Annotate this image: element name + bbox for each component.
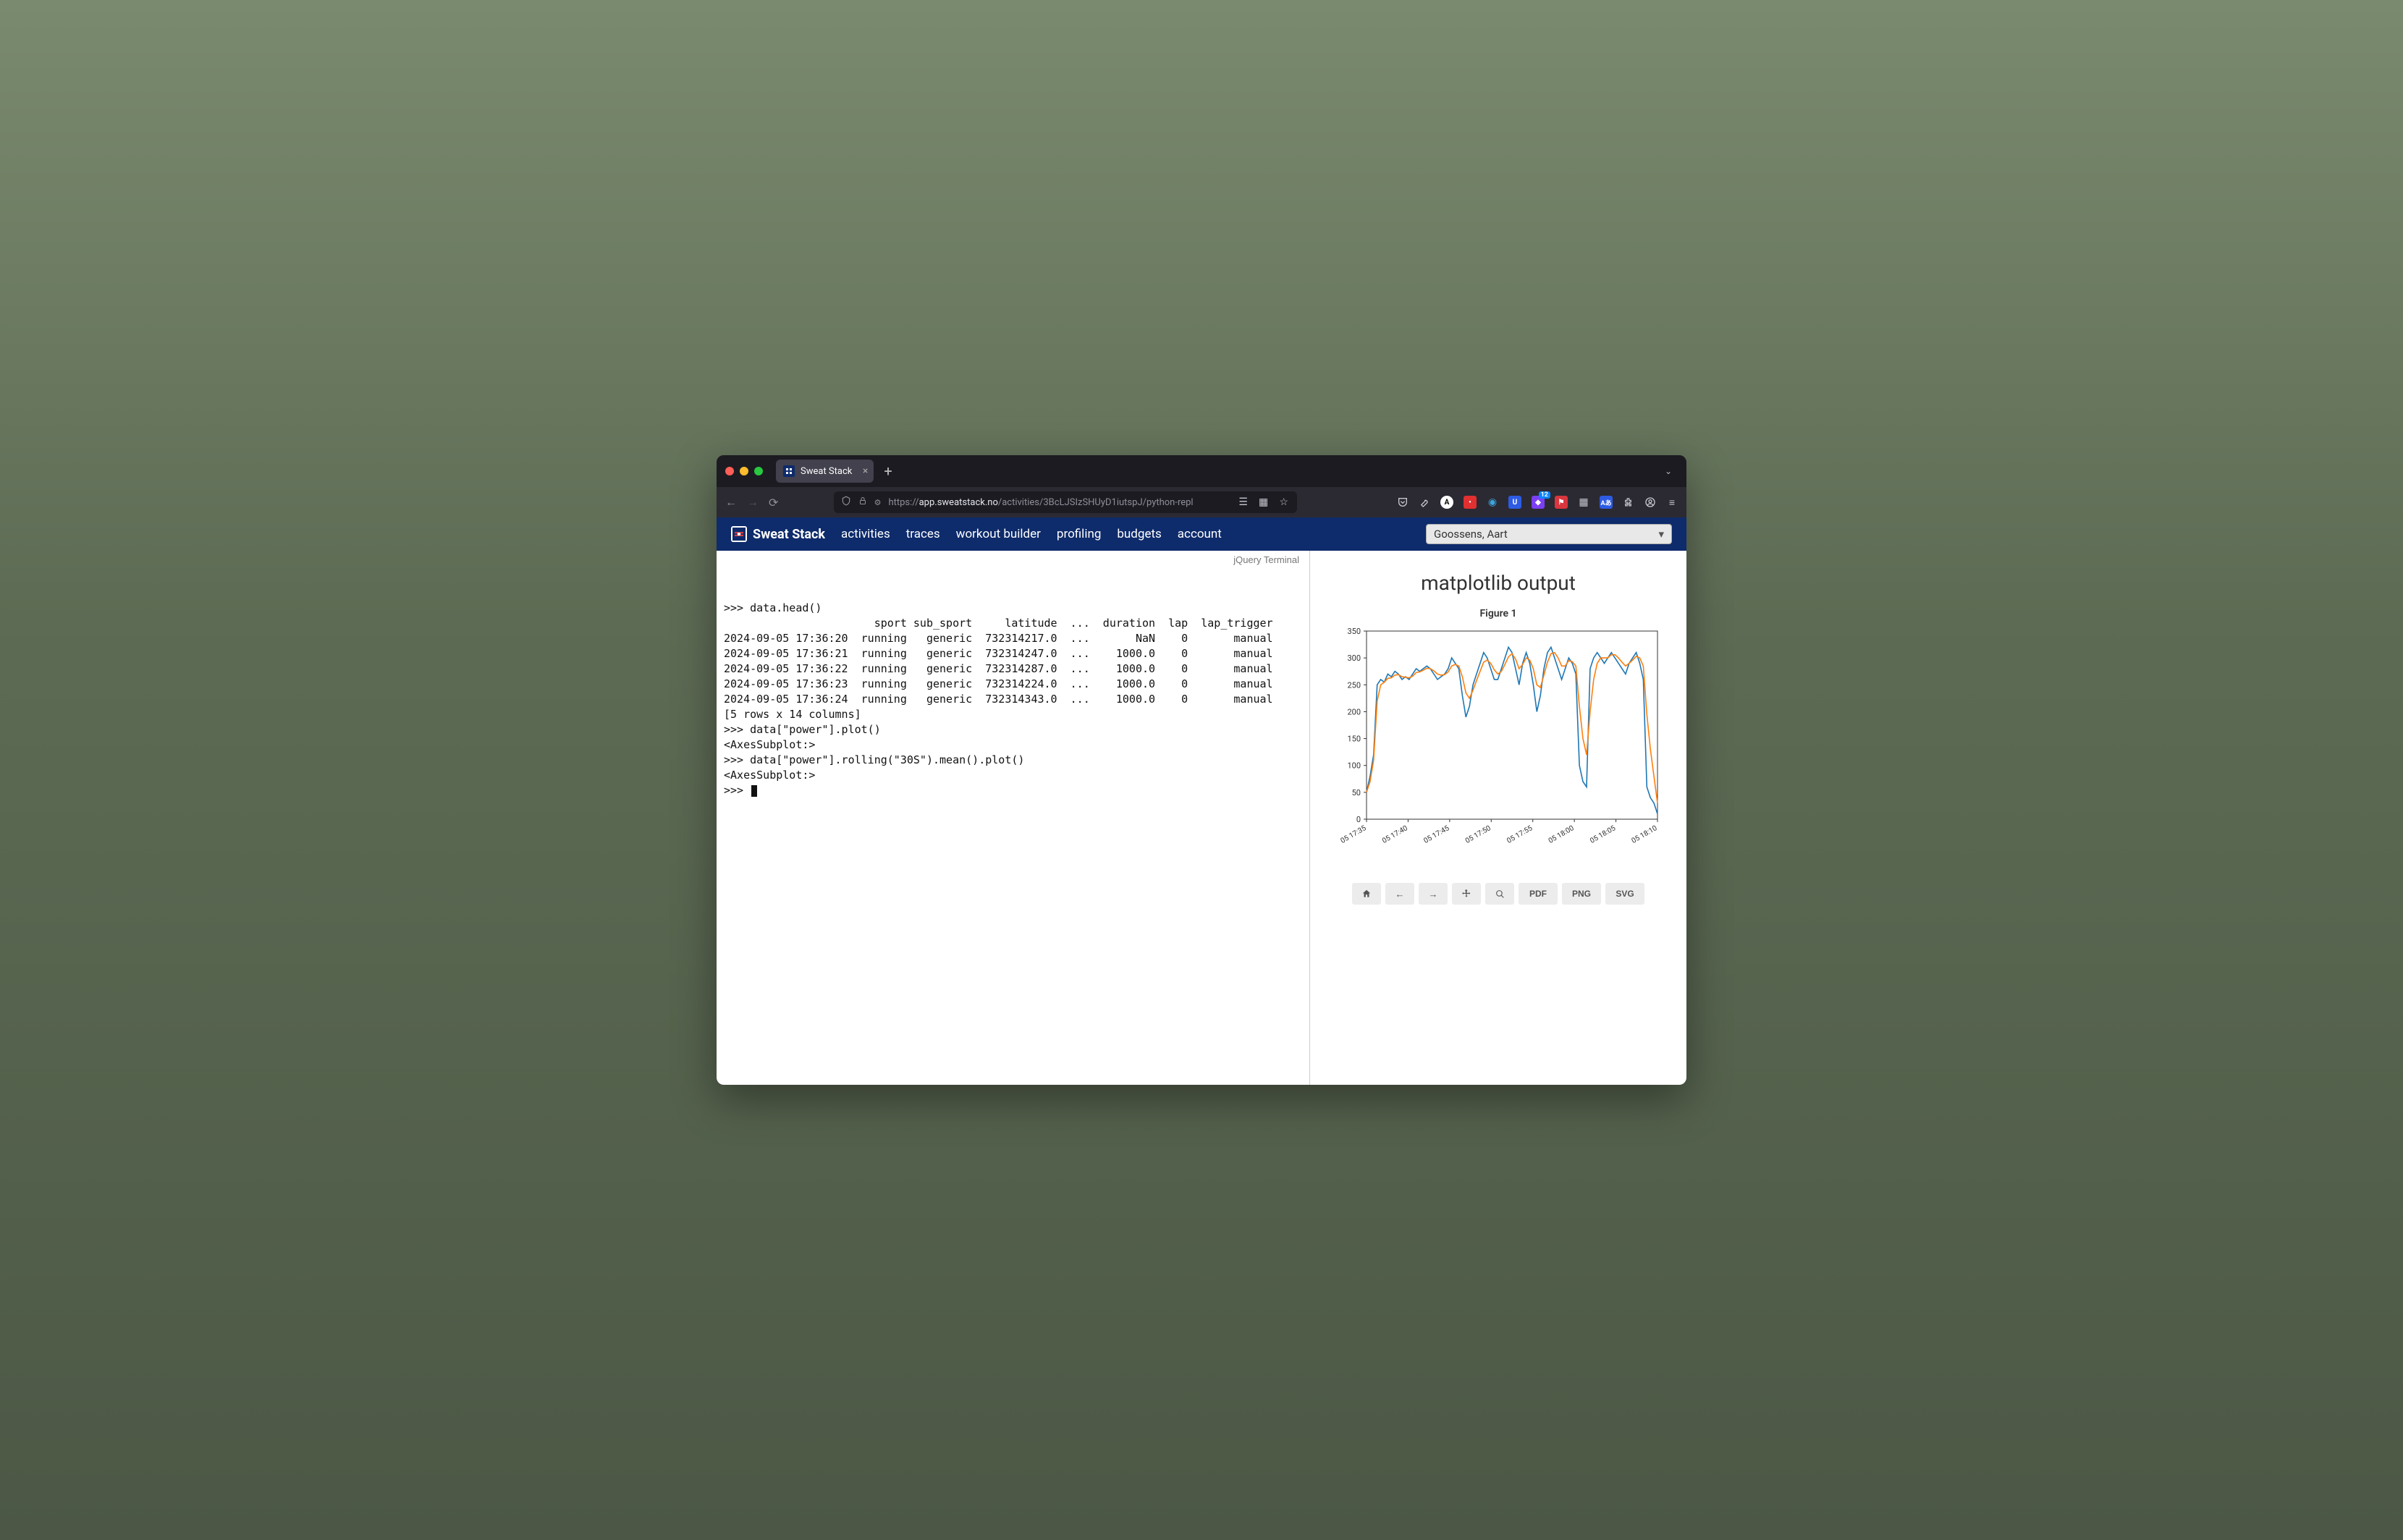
bookmark-star-icon[interactable]: ☆ [1278, 496, 1290, 508]
mpl-toolbar: ← → PDF PNG SVG [1352, 883, 1644, 905]
nav-workout-builder[interactable]: workout builder [956, 527, 1041, 541]
mpl-forward-button[interactable]: → [1419, 883, 1448, 905]
mpl-zoom-button[interactable] [1485, 883, 1514, 905]
svg-text:05 17:50: 05 17:50 [1464, 824, 1492, 845]
close-window-button[interactable] [725, 467, 734, 475]
svg-text:05 17:35: 05 17:35 [1340, 824, 1368, 845]
mpl-home-button[interactable] [1352, 883, 1381, 905]
tab-favicon [783, 465, 795, 477]
nav-profiling[interactable]: profiling [1057, 527, 1101, 541]
reader-icon[interactable]: ☰ [1238, 496, 1249, 508]
mpl-png-button[interactable]: PNG [1562, 883, 1601, 905]
nav-budgets[interactable]: budgets [1117, 527, 1161, 541]
extensions-icon[interactable] [1623, 496, 1634, 508]
mpl-pdf-button[interactable]: PDF [1519, 883, 1558, 905]
forward-button[interactable]: → [747, 495, 759, 509]
extension-icons: A • ◉ U ◆ ⚑ ▦ Aあ ≡ [1397, 496, 1678, 509]
svg-text:05 17:55: 05 17:55 [1505, 824, 1534, 845]
ext-red-icon[interactable]: • [1464, 496, 1477, 509]
tab-title: Sweat Stack [801, 466, 852, 477]
mpl-back-button[interactable]: ← [1385, 883, 1414, 905]
ext-u-icon[interactable]: U [1508, 496, 1521, 509]
browser-toolbar: ← → ⟳ ⚙ https://app.sweatstack.no/activi… [717, 487, 1686, 517]
ext-translate-icon[interactable]: Aあ [1600, 496, 1613, 509]
mpl-svg-button[interactable]: SVG [1605, 883, 1644, 905]
tabs-overflow-button[interactable]: ⌄ [1665, 466, 1672, 476]
user-select-value: Goossens, Aart [1434, 528, 1508, 541]
browser-tab[interactable]: Sweat Stack × [776, 460, 874, 483]
shield-icon [841, 496, 851, 509]
qr-icon[interactable]: ▦ [1258, 496, 1270, 508]
browser-window: Sweat Stack × + ⌄ ← → ⟳ ⚙ https://app.sw… [717, 455, 1686, 1085]
mpl-pan-button[interactable] [1452, 883, 1481, 905]
menu-icon[interactable]: ≡ [1666, 496, 1678, 508]
ext-grid-icon[interactable]: ▦ [1578, 496, 1589, 508]
address-actions: ☰ ▦ ☆ [1238, 496, 1290, 508]
back-button[interactable]: ← [725, 495, 737, 509]
new-tab-button[interactable]: + [884, 464, 892, 478]
svg-text:100: 100 [1347, 761, 1361, 771]
brand[interactable]: Sweat Stack [731, 526, 825, 542]
page-content: Sweat Stack activities traces workout bu… [717, 517, 1686, 1085]
repl-output: >>> data.head() sport sub_sport latitude… [724, 601, 1302, 798]
nav-traces[interactable]: traces [906, 527, 940, 541]
python-repl[interactable]: jQuery Terminal >>> data.head() sport su… [717, 551, 1310, 1085]
site-header: Sweat Stack activities traces workout bu… [717, 517, 1686, 551]
pocket-icon[interactable] [1397, 496, 1409, 508]
plot-heading: matplotlib output [1421, 571, 1576, 595]
figure-title: Figure 1 [1479, 608, 1516, 619]
user-select[interactable]: Goossens, Aart [1426, 524, 1672, 544]
svg-text:350: 350 [1347, 627, 1361, 636]
ext-purple-icon[interactable]: ◆ [1532, 496, 1545, 509]
maximize-window-button[interactable] [754, 467, 763, 475]
address-bar[interactable]: ⚙ https://app.sweatstack.no/activities/3… [834, 491, 1297, 513]
tab-close-button[interactable]: × [863, 466, 868, 476]
svg-text:50: 50 [1352, 788, 1361, 798]
svg-text:250: 250 [1347, 680, 1361, 690]
svg-text:05 18:10: 05 18:10 [1631, 824, 1659, 845]
permissions-icon: ⚙ [874, 498, 882, 507]
svg-text:200: 200 [1347, 707, 1361, 716]
svg-text:05 17:45: 05 17:45 [1422, 824, 1450, 845]
minimize-window-button[interactable] [740, 467, 748, 475]
plot-pane: matplotlib output Figure 1 0 50 100 150 200 2… [1310, 551, 1686, 1085]
ext-a-icon[interactable]: A [1440, 496, 1453, 509]
profile-icon[interactable] [1644, 496, 1656, 508]
reload-button[interactable]: ⟳ [769, 496, 778, 509]
ext-red2-icon[interactable]: ⚑ [1555, 496, 1568, 509]
titlebar: Sweat Stack × + ⌄ [717, 455, 1686, 487]
svg-text:05 18:00: 05 18:00 [1547, 824, 1576, 845]
lock-icon [858, 496, 867, 508]
wrench-icon[interactable] [1419, 496, 1430, 508]
svg-text:05 18:05: 05 18:05 [1589, 824, 1617, 845]
terminal-label: jQuery Terminal [1233, 554, 1299, 567]
svg-text:300: 300 [1347, 653, 1361, 663]
nav-account[interactable]: account [1178, 527, 1222, 541]
svg-text:150: 150 [1347, 735, 1361, 744]
svg-text:05 17:40: 05 17:40 [1381, 824, 1409, 845]
url-text: https://app.sweatstack.no/activities/3Bc… [888, 497, 1193, 508]
brand-text: Sweat Stack [753, 527, 825, 542]
window-controls [725, 467, 763, 475]
svg-text:0: 0 [1356, 815, 1361, 824]
line-chart: 0 50 100 150 200 250 300 350 05 17:35 05 17:40 05 … [1332, 624, 1665, 863]
split-pane: jQuery Terminal >>> data.head() sport su… [717, 551, 1686, 1085]
ext-globe-icon[interactable]: ◉ [1487, 496, 1498, 508]
brand-icon [731, 526, 747, 542]
nav-activities[interactable]: activities [841, 527, 890, 541]
